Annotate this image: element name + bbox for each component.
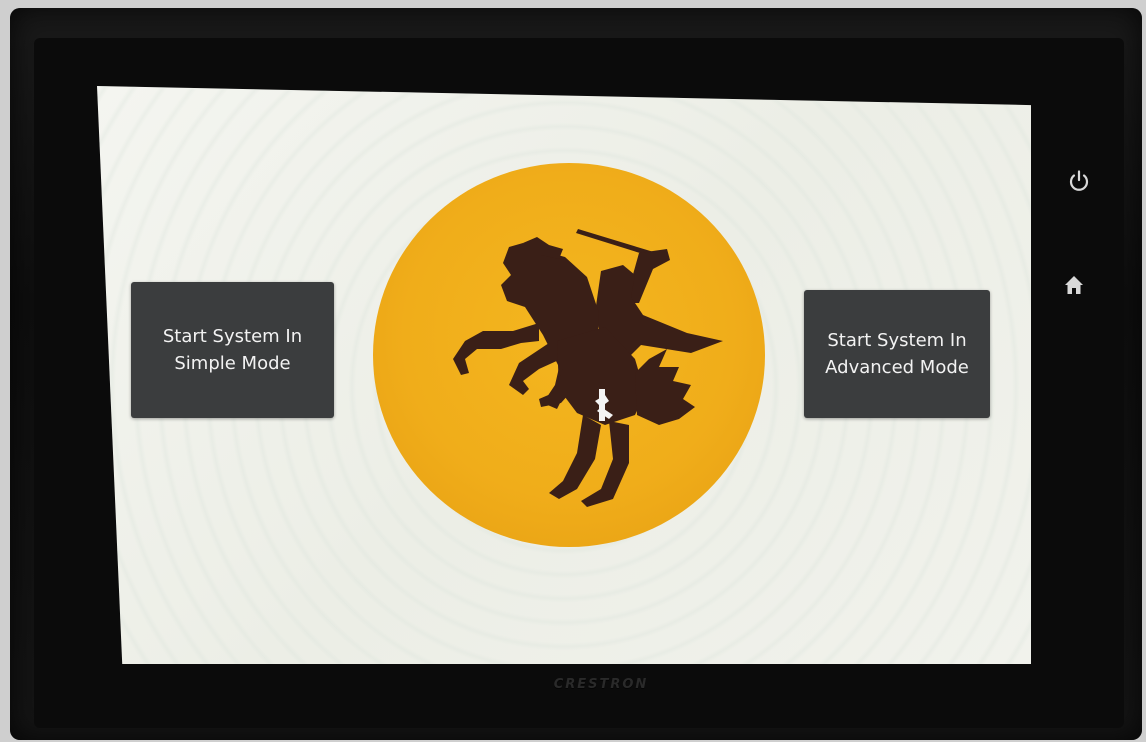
start-simple-mode-button[interactable]: Start System In Simple Mode bbox=[131, 282, 334, 418]
start-advanced-mode-button[interactable]: Start System In Advanced Mode bbox=[804, 290, 990, 418]
home-icon[interactable] bbox=[1060, 271, 1088, 299]
device-brand-logo: CRESTRON bbox=[553, 677, 649, 692]
power-icon[interactable] bbox=[1065, 167, 1093, 195]
photo-background: Start System In Simple Mode Start System… bbox=[0, 0, 1146, 742]
knight-on-horse-logo bbox=[373, 163, 765, 548]
touch-screen: Start System In Simple Mode Start System… bbox=[97, 86, 1031, 664]
